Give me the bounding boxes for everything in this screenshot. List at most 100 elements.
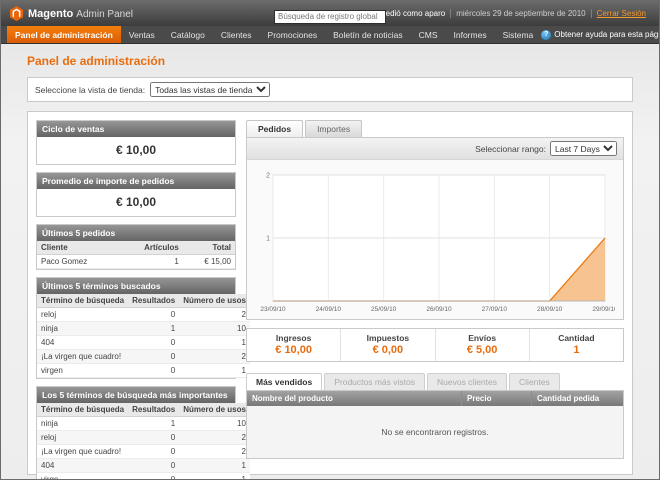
svg-text:2: 2 [266,173,270,180]
column-header: Resultados [128,403,179,417]
table-row[interactable]: Paco Gomez1€ 15,00 [37,255,235,269]
table-cell: 2 [179,431,250,445]
table-row[interactable]: ¡La virgen que cuadro!02 [37,350,250,364]
tab-pedidos[interactable]: Pedidos [246,120,303,137]
table-cell: 1 [179,473,250,480]
nav-item-panel-de-administración[interactable]: Panel de administración [7,26,121,43]
store-view-label: Seleccione la vista de tienda: [35,85,145,95]
products-table: Nombre del productoPrecioCantidad pedida… [246,390,624,459]
stat-value: € 0,00 [341,344,434,356]
tab-más-vendidos[interactable]: Más vendidos [246,373,322,390]
table-cell: € 15,00 [183,255,235,269]
stat-label: Cantidad [530,333,623,343]
table-cell: 0 [128,308,179,322]
nav-item-boletín-de-noticias[interactable]: Boletín de noticias [325,26,410,43]
stat-impuestos: Impuestos€ 0,00 [340,329,434,361]
table-cell: 10 [179,417,250,431]
data-table: Término de búsquedaResultadosNúmero de u… [37,294,250,378]
nav-item-promociones[interactable]: Promociones [260,26,326,43]
stat-value: 1 [530,344,623,356]
chart-tabs: PedidosImportes [246,120,624,137]
table-cell: 1 [179,336,250,350]
nav-item-sistema[interactable]: Sistema [495,26,542,43]
column-header: Número de usos [179,403,250,417]
store-view-switcher: Seleccione la vista de tienda: Todas las… [27,77,633,102]
products-column-header: Precio [461,391,531,406]
table-cell: reloj [37,431,128,445]
tab-importes[interactable]: Importes [305,120,362,137]
page-title: Panel de administración [27,54,633,68]
nav-item-ventas[interactable]: Ventas [121,26,163,43]
user-info: Accedió como aparo miércoles 29 de septi… [367,9,651,18]
table-row[interactable]: 40401 [37,336,250,350]
section-title: Últimos 5 pedidos [37,225,235,241]
products-column-header: Nombre del producto [247,391,461,406]
table-cell: ¡La virgen que cuadro! [37,445,128,459]
svg-text:24/09/10: 24/09/10 [316,306,342,313]
range-select[interactable]: Last 7 Days [550,141,617,156]
global-search [274,6,386,24]
column-header: Artículos [119,241,183,255]
table-cell: 1 [179,459,250,473]
logo-text: Magento Admin Panel [28,8,133,20]
table-row[interactable]: ¡La virgen que cuadro!02 [37,445,250,459]
page-help-link[interactable]: ? Obtener ayuda para esta página [541,26,660,43]
nav-item-cms[interactable]: CMS [411,26,446,43]
svg-text:23/09/10: 23/09/10 [260,306,286,313]
table-row[interactable]: ninja110 [37,322,250,336]
lifetime-sales-value: € 10,00 [37,137,235,164]
products-empty-message: No se encontraron registros. [247,406,623,458]
table-row[interactable]: reloj02 [37,308,250,322]
table-cell: virge [37,473,128,480]
nav-item-catálogo[interactable]: Catálogo [163,26,213,43]
dashboard-panel: Ciclo de ventas € 10,00 Promedio de impo… [27,111,633,475]
magento-logo[interactable]: Magento Admin Panel [9,6,133,21]
table-row[interactable]: 40401 [37,459,250,473]
logout-link[interactable]: Cerrar Sesión [591,9,651,18]
tab-productos-más-vistos: Productos más vistos [324,373,425,390]
stat-envíos: Envíos€ 5,00 [435,329,529,361]
table-row[interactable]: virgen01 [37,364,250,378]
svg-text:25/09/10: 25/09/10 [371,306,397,313]
lifetime-sales-box: Ciclo de ventas € 10,00 [36,120,236,165]
top-header: Magento Admin Panel Accedió como aparo m… [1,1,659,26]
stat-cantidad: Cantidad1 [529,329,623,361]
table-row[interactable]: reloj02 [37,431,250,445]
table-row[interactable]: virge01 [37,473,250,480]
table-cell: ninja [37,417,128,431]
section-title: Los 5 términos de búsqueda más important… [37,387,235,403]
svg-text:29/09/10: 29/09/10 [592,306,615,313]
lifetime-sales-title: Ciclo de ventas [37,121,235,137]
table-cell: 0 [128,445,179,459]
table-cell: 0 [128,473,179,480]
global-search-input[interactable] [274,10,386,24]
average-orders-title: Promedio de importe de pedidos [37,173,235,189]
grid-tabs: Más vendidosProductos más vistosNuevos c… [246,373,624,390]
column-header: Término de búsqueda [37,403,128,417]
nav-item-clientes[interactable]: Clientes [213,26,260,43]
column-header: Término de búsqueda [37,294,128,308]
column-header: Cliente [37,241,119,255]
help-label: Obtener ayuda para esta página [554,30,660,39]
column-header: Número de usos [179,294,250,308]
section-title: Últimos 5 términos buscados [37,278,235,294]
table-cell: 1 [119,255,183,269]
table-cell: 10 [179,322,250,336]
stat-label: Impuestos [341,333,434,343]
last-search-terms-box: Últimos 5 términos buscadosTérmino de bú… [36,277,236,379]
orders-chart: 23/09/1024/09/1025/09/1026/09/1027/09/10… [247,160,623,319]
help-globe-icon: ? [541,30,551,40]
table-cell: 0 [128,431,179,445]
nav-item-informes[interactable]: Informes [446,26,495,43]
nav-list: Panel de administraciónVentasCatálogoCli… [7,26,541,43]
stat-label: Envíos [436,333,529,343]
table-cell: virgen [37,364,128,378]
store-view-select[interactable]: Todas las vistas de tienda [150,82,270,97]
svg-text:27/09/10: 27/09/10 [482,306,508,313]
svg-text:1: 1 [266,236,270,243]
stat-value: € 5,00 [436,344,529,356]
tab-clientes: Clientes [509,373,560,390]
table-row[interactable]: ninja110 [37,417,250,431]
average-orders-value: € 10,00 [37,189,235,216]
table-cell: 1 [179,364,250,378]
